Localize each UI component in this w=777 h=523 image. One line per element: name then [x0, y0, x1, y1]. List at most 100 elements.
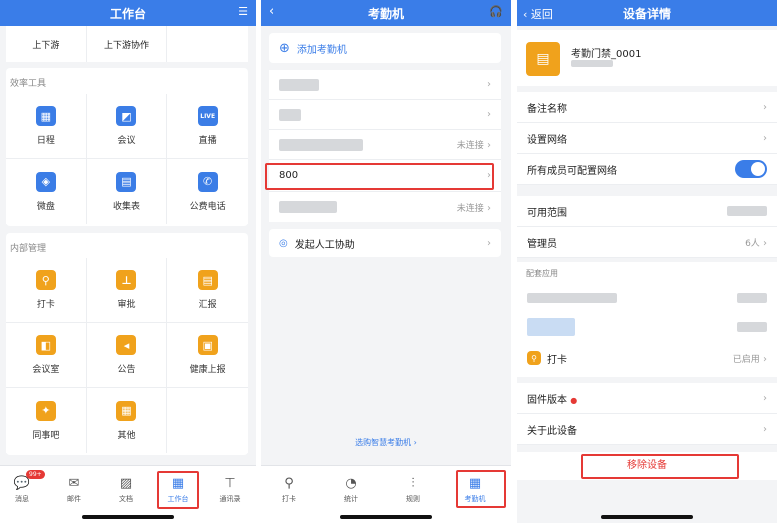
- tab-mail[interactable]: ✉ 邮件: [52, 476, 96, 504]
- apps-section: 配套应用 ⚲ 打卡 已启用 ›: [517, 262, 777, 377]
- app-label: 日程: [36, 136, 55, 146]
- app-room[interactable]: ◧ 会议室: [6, 323, 87, 388]
- notice-icon: ◂: [116, 335, 137, 355]
- buy-machine-link[interactable]: 选购智慧考勤机 ›: [261, 437, 511, 448]
- firmware-row[interactable]: 固件版本 ● ›: [517, 383, 777, 414]
- app-label: 健康上报: [189, 365, 226, 375]
- back-icon[interactable]: ‹: [269, 4, 274, 19]
- report-icon: ▤: [197, 270, 218, 290]
- room-icon: ◧: [35, 335, 56, 355]
- app-label: 会议室: [32, 365, 60, 375]
- app-label: 会议: [117, 136, 136, 146]
- app-label: 公费电话: [189, 201, 226, 212]
- app-label: 公告: [117, 365, 136, 375]
- page-title: 考勤机: [367, 6, 404, 21]
- device-card: ▤ 考勤门禁_0001: [517, 30, 777, 86]
- app-row[interactable]: [517, 311, 777, 343]
- device-row[interactable]: 未连接 ›: [269, 192, 501, 222]
- bottom-tabbar: 💬 消息 99+ ✉ 邮件 ▨ 文档 ▦ 工作台 ⊤ 通讯录: [0, 465, 256, 523]
- device-row[interactable]: ›: [269, 100, 501, 130]
- app-row[interactable]: [517, 285, 777, 311]
- tab-stats[interactable]: ◔ 统计: [329, 476, 373, 504]
- stats-icon: ◔: [345, 476, 357, 491]
- home-indicator: [601, 515, 693, 519]
- admin-row[interactable]: 管理员 6人 ›: [517, 227, 777, 258]
- tab-contacts[interactable]: ⊤ 通讯录: [208, 476, 252, 504]
- device-row[interactable]: ›: [269, 70, 501, 100]
- tools-grid: ▦ 日程 ◩ 会议 LIVE 直播 ◈ 微盘 ▤ 收集表 ✆ 公费电话: [6, 94, 248, 224]
- highlight-box: [265, 163, 494, 190]
- home-indicator: [82, 515, 174, 519]
- device-name: 考勤门禁_0001: [571, 49, 642, 60]
- health-icon: ▣: [197, 335, 218, 355]
- range-row[interactable]: 可用范围: [517, 196, 777, 227]
- headset-icon: ◎: [279, 237, 288, 249]
- tab-message[interactable]: 💬 消息 99+: [0, 470, 45, 504]
- app-form[interactable]: ▤ 收集表: [87, 159, 168, 224]
- app-checkin[interactable]: ⚲ 打卡: [6, 258, 87, 323]
- app-report[interactable]: ▤ 汇报: [167, 258, 248, 323]
- request-assist-button[interactable]: ◎ 发起人工协助 ›: [269, 229, 501, 257]
- status-text: 未连接: [456, 141, 484, 151]
- tab-doc[interactable]: ▨ 文档: [104, 476, 148, 504]
- calendar-icon: ▦: [35, 106, 56, 126]
- all-config-toggle[interactable]: [735, 160, 767, 178]
- app-label: 打卡: [36, 300, 55, 310]
- badge: 99+: [26, 470, 45, 479]
- app-label: 同事吧: [32, 430, 60, 441]
- page-title: 工作台: [109, 6, 146, 21]
- chevron-right-icon: ›: [487, 237, 491, 249]
- support-icon[interactable]: 🎧: [489, 5, 503, 18]
- settings-icon[interactable]: ☰: [238, 5, 248, 18]
- contacts-icon: ⊤: [224, 476, 236, 491]
- item-upstream[interactable]: 上下游: [6, 26, 87, 62]
- form-icon: ▤: [116, 171, 137, 192]
- back-button[interactable]: ‹ 返回: [523, 6, 553, 22]
- colleague-icon: ✦: [35, 400, 56, 421]
- remark-row[interactable]: 备注名称 ›: [517, 92, 777, 123]
- chevron-right-icon: ›: [487, 109, 491, 120]
- all-config-row: 所有成员可配置网络: [517, 154, 777, 185]
- chevron-right-icon: ›: [487, 140, 491, 151]
- doc-icon: ▨: [119, 476, 133, 491]
- tab-rules[interactable]: ⫶ 规则: [391, 476, 435, 504]
- live-icon: LIVE: [197, 106, 218, 126]
- checkin-icon: ⚲: [35, 270, 56, 290]
- workbench-screen: 工作台 ☰ 上下游 上下游协作 效率工具 ▦ 日程 ◩ 会议 LIVE 直播 ◈ 微盘 ▤ 收集表…: [0, 0, 256, 523]
- item-upstream-collab[interactable]: 上下游协作: [87, 26, 168, 62]
- device-row[interactable]: 未连接 ›: [269, 130, 501, 160]
- app-calendar[interactable]: ▦ 日程: [6, 94, 87, 159]
- app-label: 汇报: [198, 300, 217, 310]
- section-title: 效率工具: [10, 79, 47, 89]
- top-items: 上下游 上下游协作: [6, 26, 248, 62]
- device-icon: ▤: [526, 42, 560, 76]
- tab-checkin[interactable]: ⚲ 打卡: [267, 476, 311, 504]
- highlight-box: [581, 454, 739, 479]
- assist-label: 发起人工协助: [294, 239, 355, 251]
- app-meeting[interactable]: ◩ 会议: [86, 94, 168, 159]
- app-approval[interactable]: ⊥ 审批: [86, 258, 168, 323]
- app-health[interactable]: ▣ 健康上报: [167, 323, 248, 388]
- add-machine-button[interactable]: ⊕ 添加考勤机: [269, 33, 501, 63]
- permission-list: 可用范围 管理员 6人 ›: [517, 196, 777, 258]
- chevron-right-icon: ›: [487, 79, 491, 90]
- about-row[interactable]: 关于此设备 ›: [517, 414, 777, 445]
- network-row[interactable]: 设置网络 ›: [517, 123, 777, 154]
- mail-icon: ✉: [68, 476, 80, 491]
- meeting-icon: ◩: [116, 106, 137, 126]
- app-notice[interactable]: ◂ 公告: [86, 323, 168, 388]
- approval-icon: ⊥: [116, 270, 137, 290]
- page-title: 设备详情: [622, 6, 671, 21]
- section-title: 配套应用: [526, 269, 558, 278]
- app-disk[interactable]: ◈ 微盘: [6, 159, 87, 224]
- app-phone[interactable]: ✆ 公费电话: [167, 159, 248, 224]
- device-list: › › 未连接 › 800 › 未连接 ›: [269, 70, 501, 222]
- app-colleague[interactable]: ✦ 同事吧: [6, 388, 87, 453]
- app-live[interactable]: LIVE 直播: [167, 94, 248, 159]
- header: 工作台 ☰: [0, 0, 256, 26]
- checkin-row[interactable]: ⚲ 打卡 已启用 ›: [517, 343, 777, 373]
- device-detail-screen: ‹ 返回 设备详情 ▤ 考勤门禁_0001 备注名称 › 设置网络 › 所有成员可配…: [517, 0, 777, 523]
- highlight-box: [157, 471, 199, 509]
- header: ‹ 考勤机 🎧: [261, 0, 511, 26]
- app-other[interactable]: ▦ 其他: [87, 388, 168, 453]
